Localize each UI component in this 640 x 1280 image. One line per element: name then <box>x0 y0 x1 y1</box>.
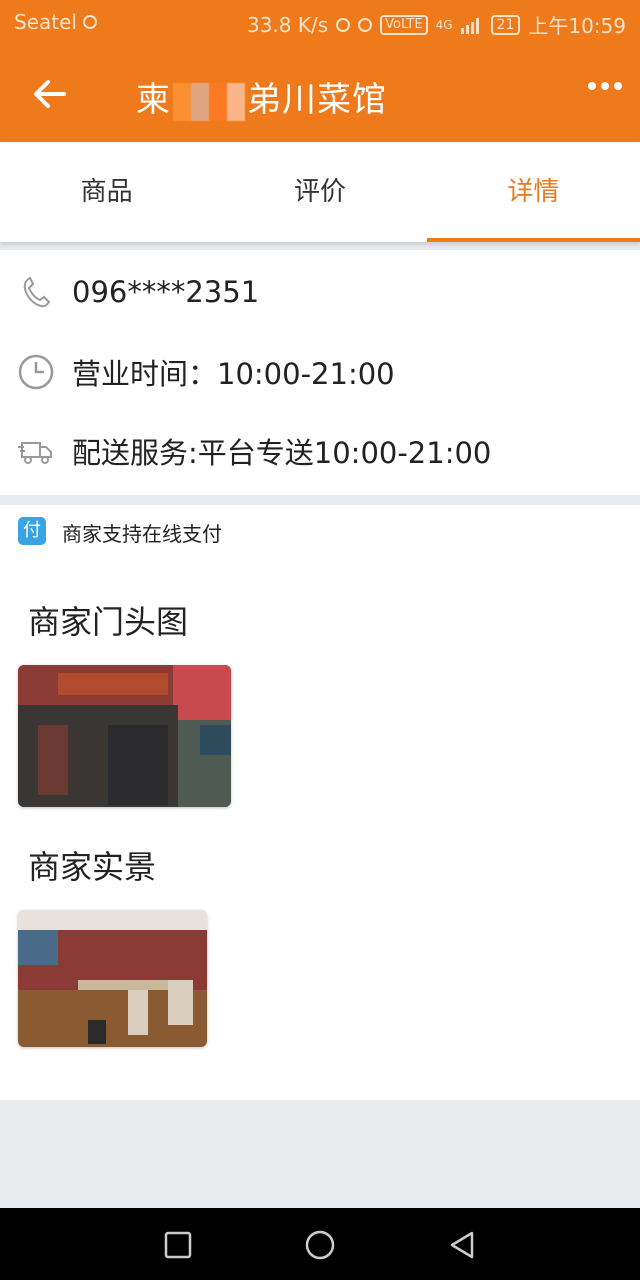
status-time: 上午10:59 <box>528 14 626 38</box>
battery-indicator: 21 <box>490 14 521 35</box>
title-prefix: 柬 <box>136 80 171 120</box>
recent-apps-icon[interactable] <box>161 1228 195 1262</box>
delivery-truck-icon <box>18 442 52 464</box>
tab-bar: 商品 评价 详情 <box>0 142 640 242</box>
business-hours: 营业时间：10:00-21:00 <box>72 357 395 391</box>
signal-icon <box>460 17 479 34</box>
home-icon[interactable] <box>303 1228 337 1262</box>
phone-number: 096****2351 <box>72 275 260 309</box>
delivery-service: 配送服务:平台专送10:00-21:00 <box>72 436 492 470</box>
page-title: 柬 弟川菜馆 <box>136 72 387 121</box>
merchant-info: 096****2351 营业时间：10:00-21:00 配送服务:平台专送10… <box>0 250 640 495</box>
tab-details[interactable]: 详情 <box>426 142 640 242</box>
phone-row[interactable]: 096****2351 <box>0 262 640 322</box>
alarm-icon <box>358 17 373 32</box>
title-suffix: 弟川菜馆 <box>247 80 387 120</box>
tab-reviews[interactable]: 评价 <box>213 142 426 242</box>
volte-badge: VoLTE <box>380 14 428 35</box>
notification-icon <box>82 15 97 29</box>
signal-4g-label: 4G <box>435 17 453 32</box>
interior-title: 商家实景 <box>28 848 157 886</box>
delivery-row: 配送服务:平台专送10:00-21:00 <box>0 421 640 481</box>
hours-row: 营业时间：10:00-21:00 <box>0 342 640 402</box>
carrier-label: Seatel <box>14 10 77 34</box>
more-dots-icon[interactable] <box>588 82 622 90</box>
app-bar: 柬 弟川菜馆 <box>0 44 640 142</box>
storefront-photo[interactable] <box>18 665 231 807</box>
online-pay-badge: 付 <box>18 517 46 545</box>
arrow-left-icon[interactable] <box>30 74 70 114</box>
merchant-details: 付 商家支持在线支付 商家门头图 商家实景 <box>0 505 640 1100</box>
interior-photo[interactable] <box>18 910 207 1047</box>
tab-products[interactable]: 商品 <box>0 142 213 242</box>
network-speed: 33.8 K/s <box>246 12 329 37</box>
clock-icon <box>18 354 54 390</box>
storefront-title: 商家门头图 <box>28 603 189 641</box>
back-nav-icon[interactable] <box>445 1228 479 1262</box>
hotspot-icon <box>336 17 351 32</box>
redacted-text <box>173 82 245 121</box>
system-nav-bar <box>0 1208 640 1280</box>
online-pay-text: 商家支持在线支付 <box>62 522 222 546</box>
status-bar: Seatel 33.8 K/s VoLTE 4G 21 上午10:59 <box>0 0 640 44</box>
phone-icon <box>23 276 51 308</box>
